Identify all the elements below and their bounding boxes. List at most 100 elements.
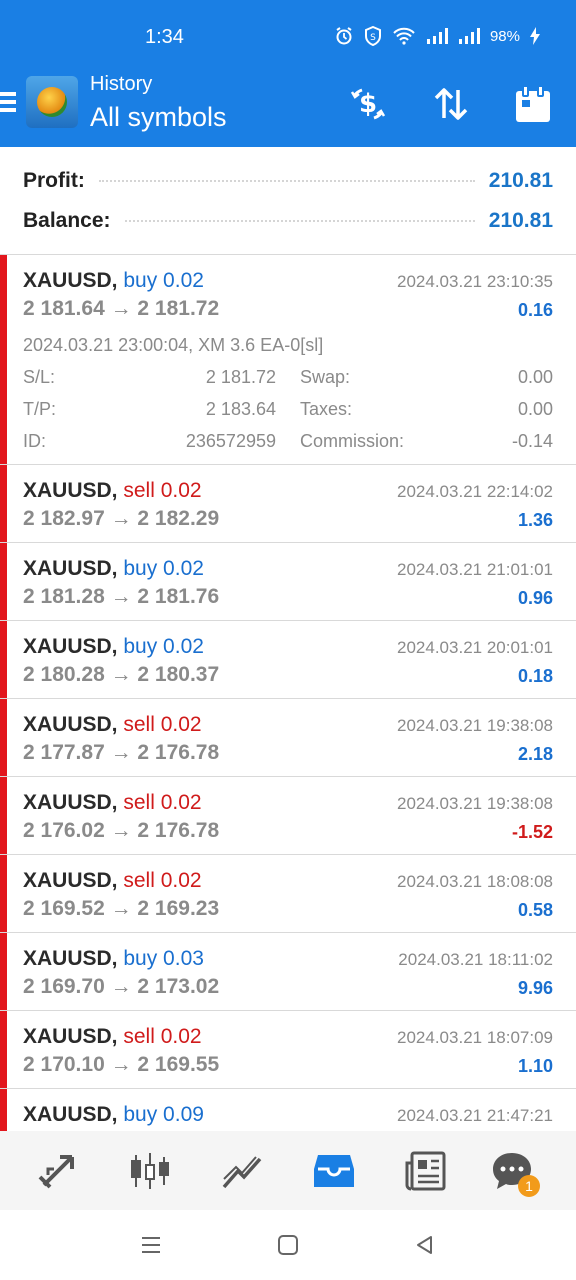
page-title[interactable]: All symbols: [90, 102, 227, 133]
shield-icon: S: [364, 26, 381, 46]
row-marker: [0, 699, 7, 776]
svg-text:S: S: [370, 33, 376, 43]
id-label: ID:: [23, 431, 47, 451]
deal-symbol: XAUUSD, sell 0.02: [23, 869, 202, 892]
app-bar: History All symbols $: [0, 72, 576, 147]
deal-time: 2024.03.21 21:01:01: [397, 560, 553, 579]
signal-icon: [426, 28, 448, 44]
row-marker: [0, 777, 7, 854]
detail-row-tp: T/P: 2 183.64 Taxes: 0.00: [23, 399, 553, 423]
top-bar: 1:34 S 98% History All symbols $: [0, 0, 576, 147]
deal-row[interactable]: XAUUSD, buy 0.02 2024.03.21 20:01:01 2 180…: [0, 621, 576, 699]
deal-row[interactable]: XAUUSD, sell 0.02 2024.03.21 18:07:09 2 17…: [0, 1011, 576, 1089]
profit-label: Profit:: [23, 169, 85, 192]
deal-row-expanded[interactable]: XAUUSD, buy 0.02 2024.03.21 23:10:35 2 1…: [0, 255, 576, 465]
deal-symbol: XAUUSD, buy 0.02: [23, 557, 204, 580]
deals-list[interactable]: XAUUSD, buy 0.02 2024.03.21 23:10:35 2 1…: [0, 255, 576, 1131]
swap-value: 0.00: [517, 367, 553, 387]
deal-time: 2024.03.21 18:07:09: [397, 1028, 553, 1047]
alarm-icon: [336, 27, 352, 45]
menu-icon[interactable]: [0, 92, 16, 116]
account-summary: Profit: 210.81 Balance: 210.81: [0, 147, 576, 255]
deal-time: 2024.03.21 18:08:08: [397, 872, 553, 891]
deal-row[interactable]: XAUUSD, buy 0.03 2024.03.21 18:11:02 2 169…: [0, 933, 576, 1011]
deal-price: 2 180.28 → 2 180.37: [23, 663, 220, 686]
home-icon[interactable]: [275, 1232, 301, 1258]
balance-value: 210.81: [488, 209, 553, 232]
row-marker: [0, 255, 7, 464]
deal-profit: 0.16: [517, 300, 553, 320]
page-subtitle: History: [90, 73, 153, 95]
chat-badge: 1: [518, 1175, 540, 1197]
deal-price: 2 170.10 → 2 169.55: [23, 1053, 220, 1076]
tp-label: T/P:: [23, 399, 57, 419]
battery-level: 98%: [489, 27, 520, 45]
sort-icon[interactable]: [429, 82, 473, 126]
balance-row: Balance: 210.81: [23, 205, 553, 237]
deal-row[interactable]: XAUUSD, buy 0.09 2024.03.21 21:47:21: [0, 1089, 576, 1131]
deal-time: 2024.03.21 19:38:08: [397, 794, 553, 813]
history-inbox-icon[interactable]: [312, 1149, 356, 1193]
deal-direction: buy 0.02: [123, 635, 204, 658]
deal-direction: sell 0.02: [123, 1025, 202, 1048]
dollar-refresh-icon[interactable]: $: [346, 82, 390, 126]
deal-time: 2024.03.21 18:11:02: [398, 950, 553, 969]
deal-direction: sell 0.02: [123, 713, 202, 736]
commission-value: -0.14: [511, 431, 553, 451]
deal-price: 2 169.70 → 2 173.02: [23, 975, 220, 998]
deal-time: 2024.03.21 21:47:21: [397, 1106, 553, 1125]
deal-price: 2 177.87 → 2 176.78: [23, 741, 220, 764]
row-marker: [0, 855, 7, 932]
news-icon[interactable]: [404, 1149, 448, 1193]
candles-icon[interactable]: [128, 1149, 172, 1193]
swap-label: Swap:: [300, 367, 351, 387]
deal-direction: sell 0.02: [123, 479, 202, 502]
deal-symbol: XAUUSD, sell 0.02: [23, 713, 202, 736]
deal-symbol: XAUUSD, buy 0.02: [23, 269, 204, 292]
calendar-icon[interactable]: [511, 82, 555, 126]
recents-icon[interactable]: [138, 1232, 164, 1258]
deal-time: 2024.03.21 20:01:01: [397, 638, 553, 657]
deal-direction: buy 0.03: [123, 947, 204, 970]
deal-price: 2 181.28 → 2 181.76: [23, 585, 220, 608]
back-icon[interactable]: [412, 1232, 438, 1258]
deal-symbol: XAUUSD, sell 0.02: [23, 479, 202, 502]
deal-direction: buy 0.02: [123, 269, 204, 292]
detail-row-id: ID: 236572959 Commission: -0.14: [23, 431, 553, 455]
deal-time: 2024.03.21 19:38:08: [397, 716, 553, 735]
svg-text:$: $: [359, 89, 377, 119]
profit-row: Profit: 210.81: [23, 165, 553, 197]
deal-profit: 9.96: [517, 978, 553, 998]
deal-direction: sell 0.02: [123, 791, 202, 814]
dotted-leader: [98, 180, 475, 182]
commission-label: Commission:: [300, 431, 405, 451]
deal-symbol: XAUUSD, buy 0.02: [23, 635, 204, 658]
deal-time: 2024.03.21 22:14:02: [397, 482, 553, 501]
status-time: 1:34: [145, 26, 184, 48]
row-marker: [0, 621, 7, 698]
deal-symbol: XAUUSD, sell 0.02: [23, 791, 202, 814]
status-icons: S 98%: [334, 26, 540, 46]
row-marker: [0, 465, 7, 542]
deal-row[interactable]: XAUUSD, sell 0.02 2024.03.21 19:38:08 2 17…: [0, 699, 576, 777]
chart-line-icon[interactable]: [220, 1149, 264, 1193]
chat-icon[interactable]: 1: [490, 1149, 540, 1197]
deal-row[interactable]: XAUUSD, sell 0.02 2024.03.21 22:14:02 2 18…: [0, 465, 576, 543]
system-nav: [0, 1210, 576, 1280]
status-bar: 1:34 S 98%: [0, 0, 576, 72]
deal-row[interactable]: XAUUSD, sell 0.02 2024.03.21 18:08:08 2 16…: [0, 855, 576, 933]
deal-direction: sell 0.02: [123, 869, 202, 892]
charging-icon: [530, 27, 540, 45]
deal-time: 2024.03.21 23:10:35: [397, 272, 553, 291]
deal-profit: 0.58: [517, 900, 553, 920]
trade-arrows-icon[interactable]: [36, 1149, 80, 1193]
deal-symbol: XAUUSD, buy 0.09: [23, 1103, 204, 1126]
row-marker: [0, 933, 7, 1010]
deal-row[interactable]: XAUUSD, buy 0.02 2024.03.21 21:01:01 2 181…: [0, 543, 576, 621]
deal-profit: 1.36: [517, 510, 553, 530]
deal-row[interactable]: XAUUSD, sell 0.02 2024.03.21 19:38:08 2 17…: [0, 777, 576, 855]
id-value: 236572959: [185, 431, 276, 451]
profit-value: 210.81: [488, 169, 553, 192]
row-marker: [0, 543, 7, 620]
tp-value: 2 183.64: [205, 399, 276, 419]
